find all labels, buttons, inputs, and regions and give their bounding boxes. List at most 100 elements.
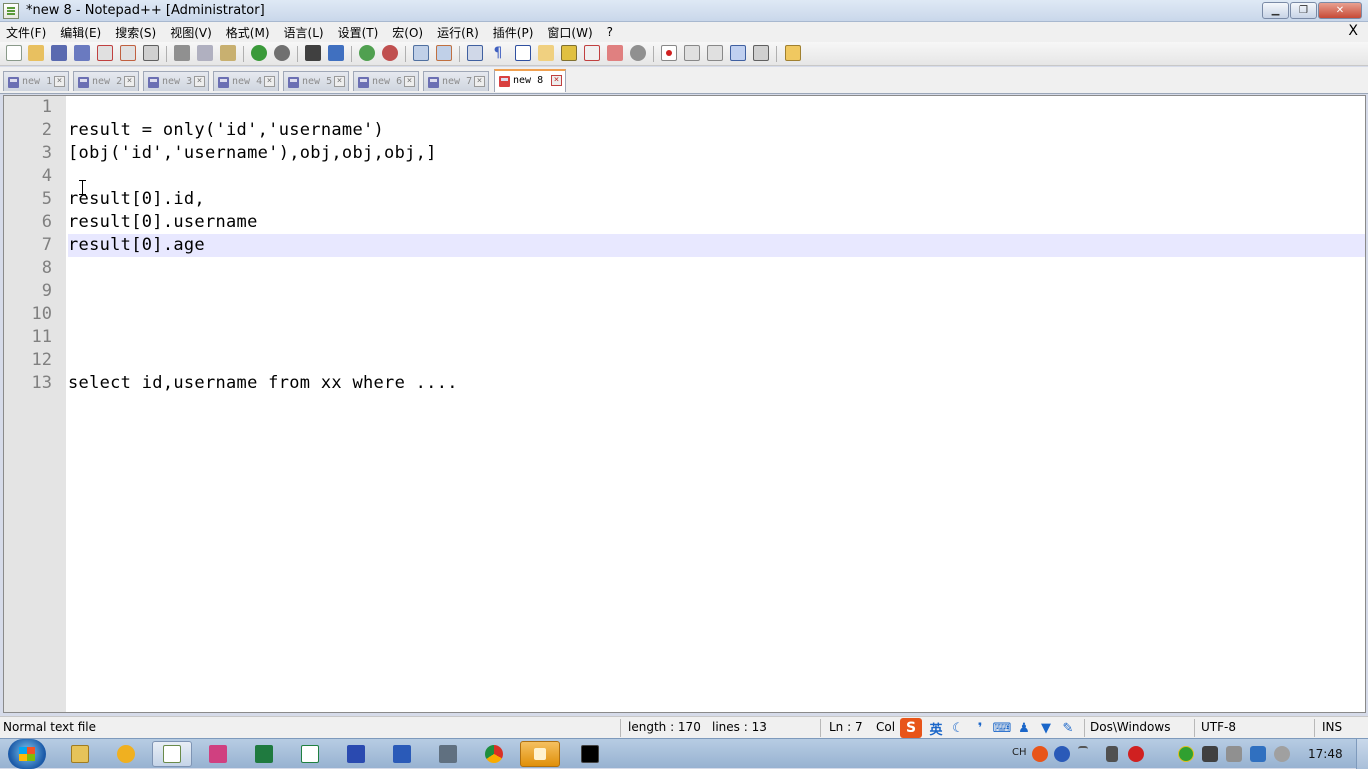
- show-desktop-button[interactable]: [1356, 739, 1368, 769]
- tab-new-8[interactable]: new 8 ×: [494, 69, 566, 92]
- undo-icon[interactable]: [251, 45, 267, 61]
- tab-new-6[interactable]: new 6 ×: [353, 71, 419, 91]
- menu-edit[interactable]: 编辑(E): [60, 24, 101, 41]
- record-macro-icon[interactable]: [661, 45, 677, 61]
- taskbar-audio[interactable]: [520, 741, 560, 767]
- tray-usb-icon[interactable]: [1106, 746, 1118, 762]
- code-line[interactable]: select id,username from xx where ....: [68, 372, 1365, 395]
- tab-new-4[interactable]: new 4 ×: [213, 71, 279, 91]
- replace-icon[interactable]: [328, 45, 344, 61]
- tab-close-icon[interactable]: ×: [54, 76, 65, 87]
- punctuation-icon[interactable]: ❜: [972, 720, 988, 736]
- taskbar-notepad-plus-plus[interactable]: [152, 741, 192, 767]
- new-file-icon[interactable]: [6, 45, 22, 61]
- menu-search[interactable]: 搜索(S): [115, 24, 156, 41]
- plugin-icon[interactable]: [785, 45, 801, 61]
- start-button-icon[interactable]: [8, 739, 46, 769]
- taskbar-tool[interactable]: [428, 741, 468, 767]
- paste-icon[interactable]: [220, 45, 236, 61]
- skin-shirt-icon[interactable]: ▼: [1038, 720, 1054, 736]
- menu-settings[interactable]: 设置(T): [338, 24, 379, 41]
- user-icon[interactable]: ♟: [1016, 720, 1032, 736]
- copy-icon[interactable]: [197, 45, 213, 61]
- close-document-button[interactable]: X: [1348, 23, 1358, 39]
- sogou-ime-logo-icon[interactable]: S: [900, 718, 922, 738]
- stop-macro-icon[interactable]: [684, 45, 700, 61]
- menu-file[interactable]: 文件(F): [6, 24, 46, 41]
- code-line[interactable]: [obj('id','username'),obj,obj,obj,]: [68, 142, 1365, 165]
- tray-expand-icon[interactable]: [1078, 746, 1088, 762]
- taskbar-save-app[interactable]: [336, 741, 376, 767]
- zoom-in-icon[interactable]: [359, 45, 375, 61]
- minimize-button[interactable]: ▁: [1262, 2, 1289, 19]
- tray-help-icon[interactable]: [1054, 746, 1070, 762]
- tray-green-icon[interactable]: [1178, 746, 1194, 762]
- code-line[interactable]: result[0].username: [68, 211, 1365, 234]
- print-icon[interactable]: [143, 45, 159, 61]
- tab-close-icon[interactable]: ×: [334, 76, 345, 87]
- tab-new-5[interactable]: new 5 ×: [283, 71, 349, 91]
- current-code-line[interactable]: result[0].age: [68, 234, 1365, 257]
- zoom-out-icon[interactable]: [382, 45, 398, 61]
- sync-horizontal-icon[interactable]: [436, 45, 452, 61]
- tray-record-icon[interactable]: [1128, 746, 1144, 762]
- moon-icon[interactable]: ☾: [950, 720, 966, 736]
- tray-network-icon[interactable]: [1250, 746, 1266, 762]
- menu-format[interactable]: 格式(M): [226, 24, 270, 41]
- tray-ime-icon[interactable]: [1032, 746, 1048, 762]
- wrench-icon[interactable]: ✎: [1060, 720, 1076, 736]
- close-window-button[interactable]: ✕: [1318, 2, 1362, 19]
- tray-volume-icon[interactable]: [1274, 746, 1290, 762]
- menu-help[interactable]: ?: [607, 25, 613, 39]
- save-macro-icon[interactable]: [753, 45, 769, 61]
- doc-map-icon[interactable]: [561, 45, 577, 61]
- close-all-icon[interactable]: [120, 45, 136, 61]
- tab-close-icon[interactable]: ×: [474, 76, 485, 87]
- taskbar-excel[interactable]: [244, 741, 284, 767]
- cut-icon[interactable]: [174, 45, 190, 61]
- tray-language[interactable]: CH: [1012, 747, 1027, 758]
- code-line[interactable]: [68, 165, 1365, 188]
- play-macro-icon[interactable]: [707, 45, 723, 61]
- save-all-icon[interactable]: [74, 45, 90, 61]
- taskbar-pycharm[interactable]: [570, 741, 610, 767]
- redo-icon[interactable]: [274, 45, 290, 61]
- taskbar-app[interactable]: [198, 741, 238, 767]
- tab-new-7[interactable]: new 7 ×: [423, 71, 489, 91]
- open-file-icon[interactable]: [28, 45, 44, 61]
- tab-close-icon[interactable]: ×: [404, 76, 415, 87]
- keyboard-icon[interactable]: ⌨: [993, 720, 1012, 736]
- tab-new-2[interactable]: new 2 ×: [73, 71, 139, 91]
- word-wrap-icon[interactable]: [467, 45, 483, 61]
- menu-view[interactable]: 视图(V): [170, 24, 212, 41]
- tab-close-icon[interactable]: ×: [264, 76, 275, 87]
- editor-area[interactable]: 1 2 3 4 5 6 7 8 9 10 11 12 13 result = o…: [3, 95, 1367, 760]
- taskbar-editor[interactable]: [290, 741, 330, 767]
- code-line[interactable]: result[0].id,: [68, 188, 1365, 211]
- function-list-icon[interactable]: [584, 45, 600, 61]
- tab-new-1[interactable]: new 1 ×: [3, 71, 69, 91]
- code-line[interactable]: [68, 280, 1365, 303]
- code-line[interactable]: [68, 96, 1365, 119]
- code-line[interactable]: result = only('id','username'): [68, 119, 1365, 142]
- taskbar-explorer[interactable]: [60, 741, 100, 767]
- tab-close-icon[interactable]: ×: [124, 76, 135, 87]
- code-line[interactable]: [68, 257, 1365, 280]
- taskbar-clock[interactable]: 17:48: [1308, 747, 1343, 761]
- taskbar-media-player[interactable]: [106, 741, 146, 767]
- menu-window[interactable]: 窗口(W): [547, 24, 592, 41]
- tray-monitor-icon[interactable]: [1202, 746, 1218, 762]
- menu-plugins[interactable]: 插件(P): [493, 24, 534, 41]
- code-line[interactable]: [68, 326, 1365, 349]
- indent-guide-icon[interactable]: [515, 45, 531, 61]
- menu-macro[interactable]: 宏(O): [392, 24, 423, 41]
- find-icon[interactable]: [305, 45, 321, 61]
- run-macro-multiple-icon[interactable]: [730, 45, 746, 61]
- close-file-icon[interactable]: [97, 45, 113, 61]
- tab-close-icon[interactable]: ×: [194, 76, 205, 87]
- show-all-characters-icon[interactable]: ¶: [490, 45, 506, 61]
- menu-language[interactable]: 语言(L): [284, 24, 324, 41]
- taskbar-chrome[interactable]: [474, 741, 514, 767]
- tray-device-icon[interactable]: [1226, 746, 1242, 762]
- ime-language-toggle[interactable]: 英: [928, 720, 944, 738]
